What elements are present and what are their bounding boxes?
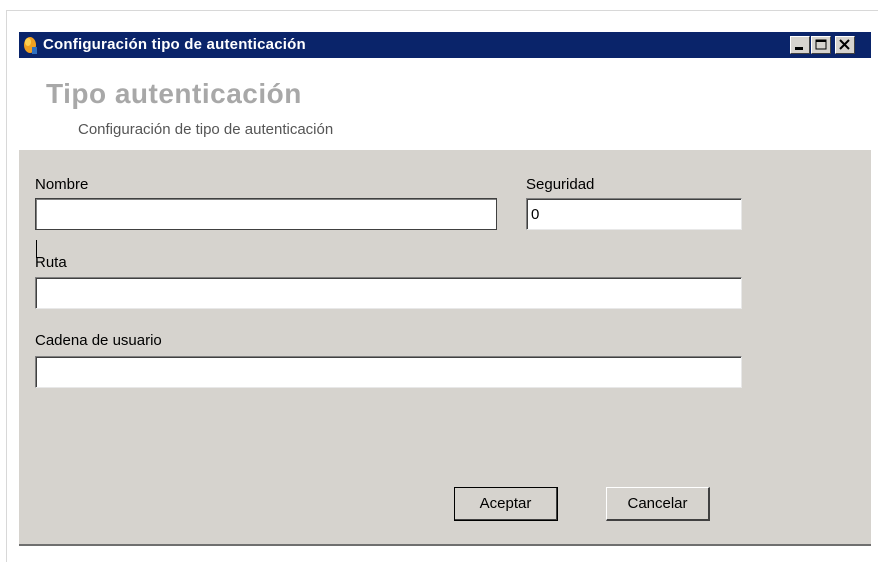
cancelar-label: Cancelar [627, 495, 688, 512]
maximize-icon [815, 39, 827, 50]
dialog-window: Configuración tipo de autenticación Tipo… [19, 32, 871, 546]
seguridad-label: Seguridad [526, 176, 595, 193]
app-icon [22, 35, 38, 55]
outer-frame-left [6, 10, 7, 562]
header-panel: Tipo autenticación Configuración de tipo… [19, 58, 871, 150]
header-title: Tipo autenticación [46, 78, 302, 109]
close-icon [839, 39, 850, 50]
cadena-usuario-label: Cadena de usuario [35, 332, 162, 349]
minimize-button[interactable] [790, 36, 810, 54]
aceptar-label: Aceptar [479, 495, 532, 512]
header-subtitle: Configuración de tipo de autenticación [78, 121, 334, 138]
window-title: Configuración tipo de autenticación [43, 36, 306, 53]
cadena-usuario-input[interactable] [35, 356, 742, 388]
title-bar[interactable]: Configuración tipo de autenticación [19, 32, 871, 58]
nombre-input[interactable] [35, 198, 497, 230]
minimize-icon [795, 47, 803, 50]
maximize-button[interactable] [811, 36, 831, 54]
ruta-input[interactable] [35, 277, 742, 309]
seguridad-input[interactable] [526, 198, 742, 230]
nombre-label: Nombre [35, 176, 89, 193]
aceptar-button[interactable]: Aceptar [454, 487, 558, 521]
close-button[interactable] [835, 36, 855, 54]
ruta-label: Ruta [35, 254, 67, 271]
cancelar-button[interactable]: Cancelar [606, 487, 710, 521]
outer-frame-top [6, 10, 878, 11]
